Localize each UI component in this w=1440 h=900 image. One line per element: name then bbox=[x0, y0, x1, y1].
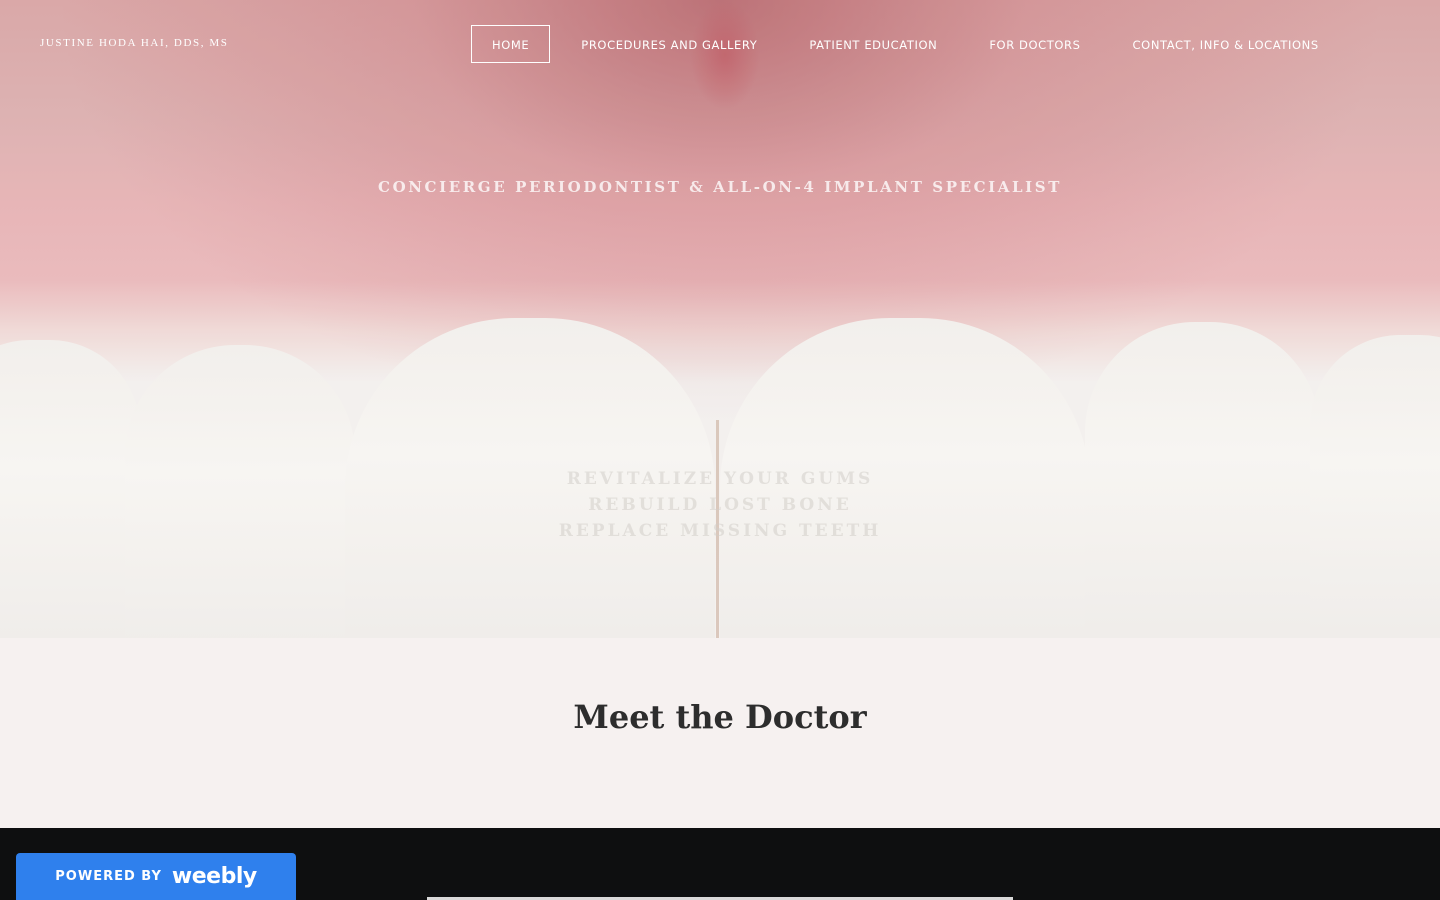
section-heading: Meet the Doctor bbox=[573, 698, 867, 736]
nav-item-patient-education[interactable]: PATIENT EDUCATION bbox=[788, 25, 958, 63]
hero-banner: JUSTINE HODA HAI, DDS, MS HOME PROCEDURE… bbox=[0, 0, 1440, 638]
nav-item-contact-info-locations[interactable]: CONTACT, INFO & LOCATIONS bbox=[1112, 25, 1340, 63]
nav-item-home[interactable]: HOME bbox=[471, 25, 551, 63]
hero-statement-line: REVITALIZE YOUR GUMS bbox=[566, 469, 874, 489]
site-title[interactable]: JUSTINE HODA HAI, DDS, MS bbox=[40, 37, 229, 49]
hero-statement-line: REBUILD LOST BONE bbox=[588, 495, 852, 515]
hero-tagline: CONCIERGE PERIODONTIST & ALL-ON-4 IMPLAN… bbox=[378, 178, 1062, 196]
nav-item-procedures-and-gallery[interactable]: PROCEDURES AND GALLERY bbox=[560, 25, 778, 63]
top-navigation-bar: JUSTINE HODA HAI, DDS, MS HOME PROCEDURE… bbox=[0, 0, 1440, 88]
meet-the-doctor-section: Meet the Doctor bbox=[0, 638, 1440, 828]
powered-by-weebly-badge[interactable]: POWERED BY weebly bbox=[16, 853, 296, 900]
powered-by-label: POWERED BY bbox=[55, 869, 162, 884]
nav-item-for-doctors[interactable]: FOR DOCTORS bbox=[968, 25, 1101, 63]
hero-statements: REVITALIZE YOUR GUMS REBUILD LOST BONE R… bbox=[0, 466, 1440, 544]
main-nav: HOME PROCEDURES AND GALLERY PATIENT EDUC… bbox=[471, 25, 1350, 63]
hero-statement-line: REPLACE MISSING TEETH bbox=[558, 521, 882, 541]
weebly-logo-icon: weebly bbox=[171, 864, 257, 889]
